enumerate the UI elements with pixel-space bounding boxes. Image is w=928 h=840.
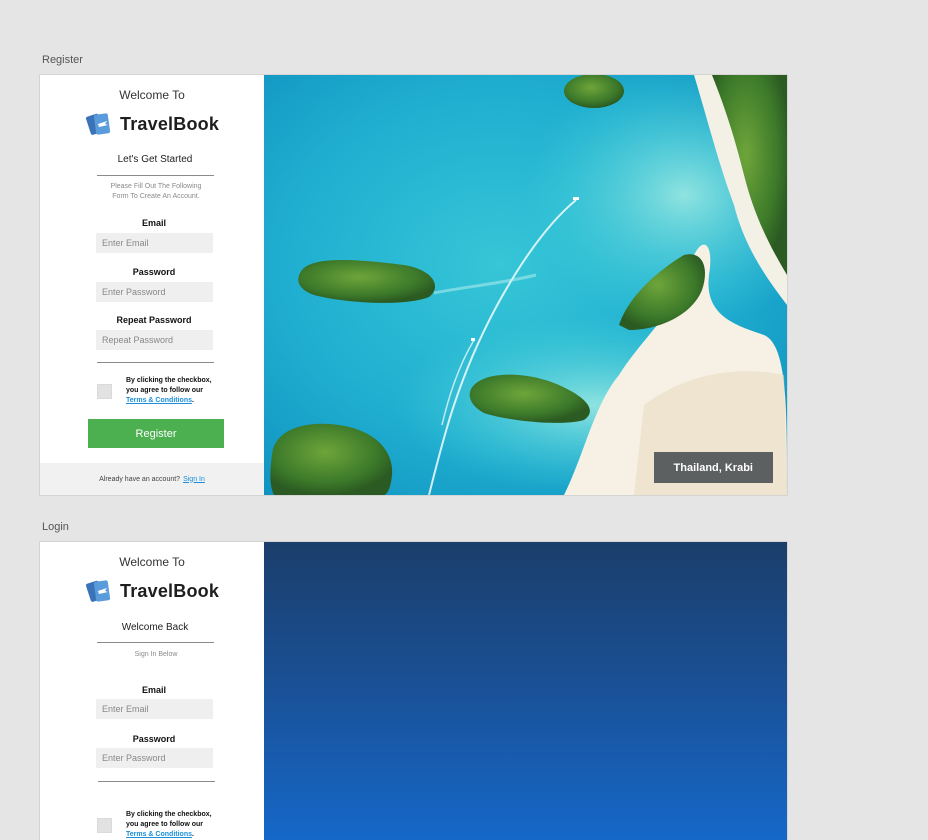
register-form-panel: Welcome To TravelBook Let's Get Started … [40, 75, 264, 495]
footer-text: Already have an account? [99, 475, 181, 483]
divider [98, 781, 215, 782]
terms-period: . [191, 831, 194, 838]
email-field[interactable] [96, 233, 213, 253]
terms-text: By clicking the checkbox, you agree to f… [126, 810, 236, 840]
form-hint: Sign In Below [134, 651, 178, 658]
register-artboard: Welcome To TravelBook Let's Get Started … [40, 75, 787, 495]
terms-line1: By clicking the checkbox, [126, 811, 212, 818]
login-artboard: Welcome To TravelBook Welcome Back Sign … [40, 542, 787, 840]
artboard-title-login: Login [42, 521, 69, 533]
artboard-title-register: Register [42, 54, 83, 66]
brand-name: TravelBook [120, 580, 220, 601]
subtitle: Welcome Back [121, 622, 189, 633]
form-hint: Please Fill Out The Following Form To Cr… [102, 182, 210, 202]
welcome-text: Welcome To [119, 88, 185, 102]
terms-checkbox[interactable] [97, 384, 112, 399]
divider [97, 642, 214, 643]
form-hint-line1: Please Fill Out The Following [110, 183, 202, 190]
email-label: Email [141, 685, 166, 695]
password-label: Password [132, 267, 176, 277]
terms-checkbox[interactable] [97, 818, 112, 833]
divider [97, 362, 214, 363]
terms-link[interactable]: Terms & Conditions [126, 397, 192, 404]
location-caption: Thailand, Krabi [653, 452, 773, 483]
hero-image: Thailand, Krabi [264, 75, 787, 495]
form-hint-line2: Form To Create An Account. [112, 193, 200, 200]
register-button[interactable]: Register [88, 419, 224, 448]
passport-icon [86, 580, 111, 602]
brand-logo: TravelBook [86, 578, 219, 604]
email-label: Email [141, 218, 166, 228]
brand-name: TravelBook [120, 113, 220, 134]
login-form-panel: Welcome To TravelBook Welcome Back Sign … [40, 542, 264, 840]
password-field[interactable] [96, 748, 213, 768]
repeat-password-field[interactable] [96, 330, 213, 350]
terms-line2: you agree to follow our [126, 821, 204, 828]
password-field[interactable] [96, 282, 213, 302]
brand-logo: TravelBook [86, 111, 219, 137]
login-hero-image [264, 542, 787, 840]
passport-icon [86, 113, 111, 135]
terms-line2: you agree to follow our [126, 387, 204, 394]
password-label: Password [132, 734, 176, 744]
repeat-password-label: Repeat Password [116, 315, 192, 325]
sign-in-link[interactable]: Sign In [183, 476, 205, 483]
divider [97, 175, 214, 176]
welcome-text: Welcome To [119, 555, 185, 569]
terms-period: . [191, 397, 194, 404]
terms-link[interactable]: Terms & Conditions [126, 831, 192, 838]
terms-line1: By clicking the checkbox, [126, 377, 212, 384]
register-footer: Already have an account? Sign In [40, 463, 264, 495]
email-field[interactable] [96, 699, 213, 719]
aerial-island-photo [264, 75, 787, 495]
terms-text: By clicking the checkbox, you agree to f… [126, 376, 236, 406]
subtitle: Let's Get Started [117, 154, 193, 165]
